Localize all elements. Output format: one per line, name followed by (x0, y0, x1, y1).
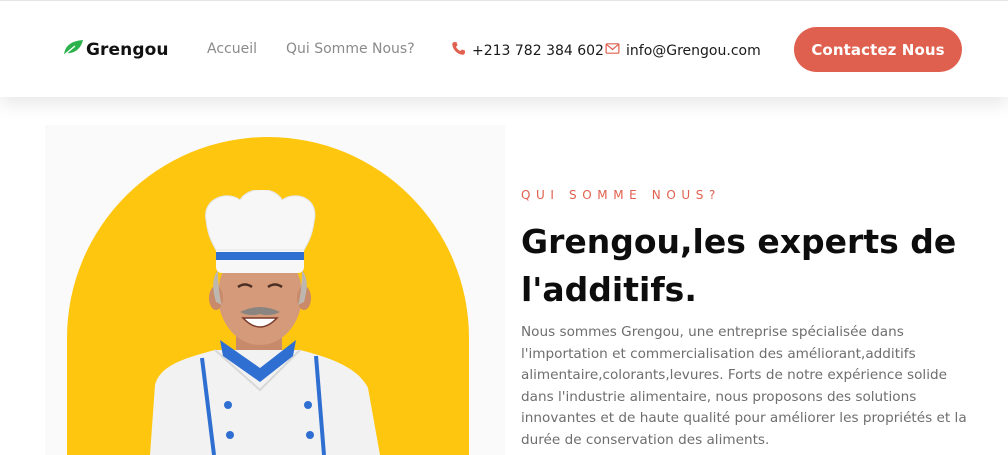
phone-icon (451, 41, 466, 60)
email-contact[interactable]: info@Grengou.com (605, 41, 761, 60)
section-eyebrow: QUI SOMME NOUS? (521, 188, 721, 202)
mail-icon (605, 41, 620, 60)
logo-text: Grengou (86, 40, 169, 60)
chef-illustration (150, 190, 380, 455)
section-description: Nous sommes Grengou, une entreprise spéc… (521, 324, 967, 448)
section-title: Grengou,les experts de l'additifs. (521, 222, 957, 309)
contact-us-button[interactable]: Contactez Nous (794, 27, 962, 72)
phone-contact[interactable]: +213 782 384 602 (451, 41, 604, 60)
phone-number: +213 782 384 602 (472, 42, 604, 59)
email-address: info@Grengou.com (626, 42, 761, 59)
leaf-icon (62, 39, 84, 61)
nav-link-qui-somme-nous[interactable]: Qui Somme Nous? (286, 41, 415, 57)
top-navbar: Grengou Accueil Qui Somme Nous? +213 782… (0, 0, 1008, 97)
logo[interactable]: Grengou (62, 39, 169, 61)
nav-link-accueil[interactable]: Accueil (207, 41, 257, 57)
